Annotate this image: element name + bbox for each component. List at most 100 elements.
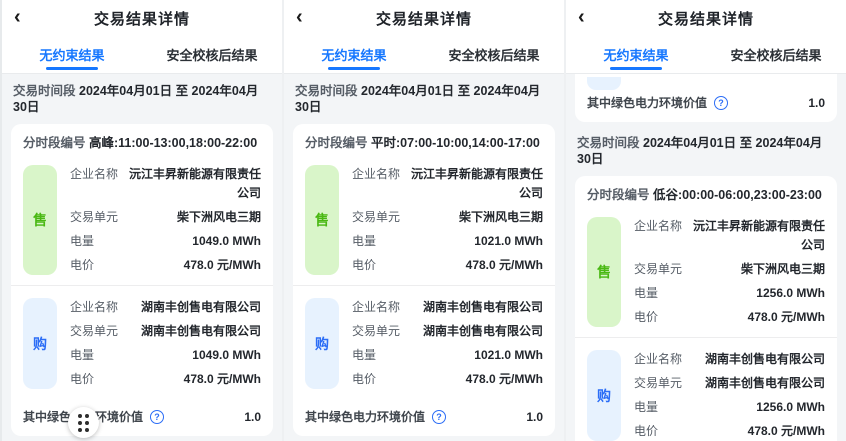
- buy-badge-partial: [587, 77, 621, 90]
- trade-result-card: 分时段编号 低谷:00:00-06:00,23:00-23:00 售 企业名称沅…: [575, 176, 837, 441]
- sell-fields: 企业名称沅江丰昇新能源有限责任公司 交易单元柴下洲风电三期 电量1049.0 M…: [70, 165, 261, 275]
- segment-label: 分时段编号: [587, 188, 650, 202]
- trade-period-row: 交易时间段 2024年04月01日 至 2024年04月30日: [284, 436, 564, 441]
- field-row: 电价478.0 元/MWh: [634, 422, 825, 441]
- field-row: 电量 1256.0 MWh: [634, 284, 825, 303]
- sell-block: 售 企业名称沅江丰昇新能源有限责任公司 交易单元柴下洲风电三期 电量1256.0…: [575, 205, 837, 337]
- tab-label: 无约束结果: [39, 45, 104, 64]
- green-label: 其中绿色电力环境价值: [305, 408, 425, 425]
- field-row: 交易单元 湖南丰创售电有限公司: [352, 322, 543, 341]
- price-label: 电价: [70, 256, 94, 275]
- back-chevron-icon[interactable]: ‹: [14, 4, 21, 30]
- green-value: 1.0: [244, 410, 261, 424]
- unit-value: 柴下洲风电三期: [741, 260, 825, 279]
- field-row: 交易单元 柴下洲风电三期: [352, 208, 543, 227]
- tab-unconstrained-result[interactable]: 无约束结果: [284, 36, 424, 73]
- unit-label: 交易单元: [352, 322, 400, 341]
- buy-fields: 企业名称湖南丰创售电有限公司 交易单元湖南丰创售电有限公司 电量1021.0 M…: [352, 298, 543, 389]
- price-value: 478.0 元/MWh: [748, 422, 825, 441]
- energy-label: 电量: [70, 232, 94, 251]
- company-label: 企业名称: [634, 217, 682, 255]
- back-chevron-icon[interactable]: ‹: [578, 4, 585, 30]
- buy-fields: 企业名称湖南丰创售电有限公司 交易单元 湖南丰创售电有限公司 电量1049.0 M…: [70, 298, 261, 389]
- green-value-row: 其中绿色电力环境价值 ? 1.0: [575, 90, 837, 122]
- back-chevron-icon[interactable]: ‹: [296, 4, 303, 30]
- field-row: 电量 1049.0 MWh: [70, 232, 261, 251]
- result-tabs: 无约束结果 安全校核后结果: [2, 36, 282, 74]
- tab-label: 安全校核后结果: [166, 45, 257, 64]
- screenshot-strip: ‹ 交易结果详情 无约束结果 安全校核后结果 交易时间段 2024年04月01日…: [0, 0, 846, 441]
- help-question-icon[interactable]: ?: [432, 410, 446, 424]
- field-row: 交易单元 柴下洲风电三期: [634, 260, 825, 279]
- field-row: 电量 1256.0 MWh: [634, 398, 825, 417]
- floating-drag-handle-button[interactable]: [68, 407, 99, 438]
- energy-label: 电量: [352, 346, 376, 365]
- unit-value: 柴下洲风电三期: [177, 208, 261, 227]
- tab-unconstrained-result[interactable]: 无约束结果: [566, 36, 706, 73]
- header: ‹ 交易结果详情 无约束结果 安全校核后结果: [566, 0, 846, 74]
- tab-security-checked-result[interactable]: 安全校核后结果: [142, 36, 282, 73]
- tab-label: 安全校核后结果: [730, 45, 821, 64]
- energy-label: 电量: [634, 398, 658, 417]
- field-row: 交易单元 湖南丰创售电有限公司: [70, 322, 261, 341]
- energy-label: 电量: [352, 232, 376, 251]
- field-row: 电价478.0 元/MWh: [70, 256, 261, 275]
- unit-label: 交易单元: [70, 322, 118, 341]
- company-label: 企业名称: [634, 350, 682, 369]
- energy-value: 1049.0 MWh: [192, 232, 261, 251]
- field-row: 电价478.0 元/MWh: [70, 370, 261, 389]
- page-title: 交易结果详情: [658, 8, 754, 29]
- green-value-row: 其中绿色电力环境价值 ? 1.0: [293, 399, 555, 436]
- field-row: 企业名称沅江丰昇新能源有限责任公司: [634, 217, 825, 255]
- buy-block: 购 企业名称湖南丰创售电有限公司 交易单元湖南丰创售电有限公司 电量1021.0…: [293, 286, 555, 399]
- segment-row: 分时段编号 平时:07:00-10:00,14:00-17:00: [293, 124, 555, 153]
- energy-label: 电量: [634, 284, 658, 303]
- segment-row: 分时段编号 高峰:11:00-13:00,18:00-22:00: [11, 124, 273, 153]
- field-row: 企业名称湖南丰创售电有限公司: [634, 350, 825, 369]
- tab-unconstrained-result[interactable]: 无约束结果: [2, 36, 142, 73]
- energy-value: 1021.0 MWh: [474, 232, 543, 251]
- tab-security-checked-result[interactable]: 安全校核后结果: [424, 36, 564, 73]
- nav-bar: ‹ 交易结果详情: [284, 0, 564, 36]
- active-tab-underline: [328, 67, 380, 70]
- buy-block: 购 企业名称湖南丰创售电有限公司 交易单元湖南丰创售电有限公司 电量1256.0…: [575, 338, 837, 441]
- result-tabs: 无约束结果 安全校核后结果: [284, 36, 564, 74]
- sell-block: 售 企业名称沅江丰昇新能源有限责任公司 交易单元柴下洲风电三期 电量1021.0…: [293, 153, 555, 285]
- company-label: 企业名称: [70, 298, 118, 317]
- period-label: 交易时间段: [295, 84, 358, 98]
- page-title: 交易结果详情: [94, 8, 190, 29]
- previous-card-partial: 其中绿色电力环境价值 ? 1.0: [575, 74, 837, 122]
- green-label: 其中绿色电力环境价值: [587, 94, 707, 111]
- trade-period-row: 交易时间段 2024年04月01日 至 2024年04月30日: [566, 126, 846, 174]
- field-row: 电量1049.0 MWh: [70, 346, 261, 365]
- segment-value: 平时:07:00-10:00,14:00-17:00: [371, 136, 540, 150]
- unit-label: 交易单元: [352, 208, 400, 227]
- unit-label: 交易单元: [70, 208, 118, 227]
- price-label: 电价: [352, 370, 376, 389]
- sell-fields: 企业名称沅江丰昇新能源有限责任公司 交易单元柴下洲风电三期 电量1021.0 M…: [352, 165, 543, 275]
- unit-value: 湖南丰创售电有限公司: [423, 322, 543, 341]
- field-row: 企业名称湖南丰创售电有限公司: [70, 298, 261, 317]
- buy-badge: 购: [587, 350, 621, 441]
- unit-label: 交易单元: [634, 260, 682, 279]
- unit-value: 湖南丰创售电有限公司: [141, 322, 261, 341]
- energy-value: 1049.0 MWh: [192, 346, 261, 365]
- green-value: 1.0: [808, 96, 825, 110]
- field-row: 电价478.0 元/MWh: [634, 308, 825, 327]
- drag-dots-icon: [78, 414, 89, 432]
- period-label: 交易时间段: [13, 84, 76, 98]
- header: ‹ 交易结果详情 无约束结果 安全校核后结果: [2, 0, 282, 74]
- trade-result-card: 分时段编号 平时:07:00-10:00,14:00-17:00 售 企业名称沅…: [293, 124, 555, 436]
- unit-value: 柴下洲风电三期: [459, 208, 543, 227]
- help-question-icon[interactable]: ?: [150, 410, 164, 424]
- nav-bar: ‹ 交易结果详情: [566, 0, 846, 36]
- energy-value: 1256.0 MWh: [756, 398, 825, 417]
- tab-label: 安全校核后结果: [448, 45, 539, 64]
- company-value: 沅江丰昇新能源有限责任公司: [408, 165, 543, 203]
- field-row: 电价478.0 元/MWh: [352, 370, 543, 389]
- page-title: 交易结果详情: [376, 8, 472, 29]
- tab-security-checked-result[interactable]: 安全校核后结果: [706, 36, 846, 73]
- energy-value: 1256.0 MWh: [756, 284, 825, 303]
- help-question-icon[interactable]: ?: [714, 96, 728, 110]
- sell-block: 售 企业名称沅江丰昇新能源有限责任公司 交易单元柴下洲风电三期 电量1049.0…: [11, 153, 273, 285]
